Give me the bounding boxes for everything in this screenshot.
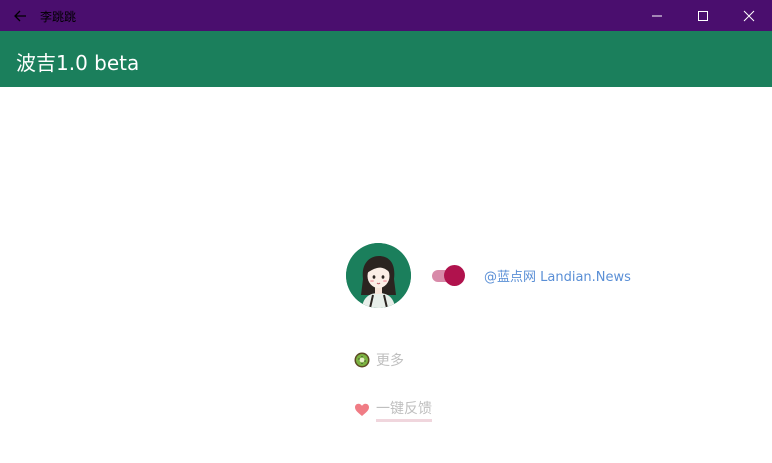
maximize-icon [698,10,708,21]
toggle-switch[interactable] [432,265,465,287]
toggle-thumb [444,265,465,286]
heart-icon [355,403,369,416]
close-icon [743,10,755,21]
minimize-button[interactable] [634,0,680,31]
window-title: 李跳跳 [40,10,77,24]
window-titlebar: 李跳跳 [0,0,772,31]
girl-avatar-icon [346,243,411,308]
minimize-icon [652,15,662,16]
kiwi-icon [354,352,370,368]
maximize-button[interactable] [680,0,726,31]
arrow-left-icon[interactable] [10,6,30,26]
close-button[interactable] [726,0,772,31]
app-header: 波吉1.0 beta [0,31,772,87]
watermark-text: @蓝点网 Landian.News [484,270,631,285]
more-label: 更多 [376,353,404,369]
feedback-button[interactable]: 一键反馈 [354,398,432,422]
avatar[interactable] [346,243,411,308]
more-button[interactable]: 更多 [354,350,404,370]
app-title: 波吉1.0 beta [16,51,140,75]
feedback-label: 一键反馈 [376,398,432,422]
